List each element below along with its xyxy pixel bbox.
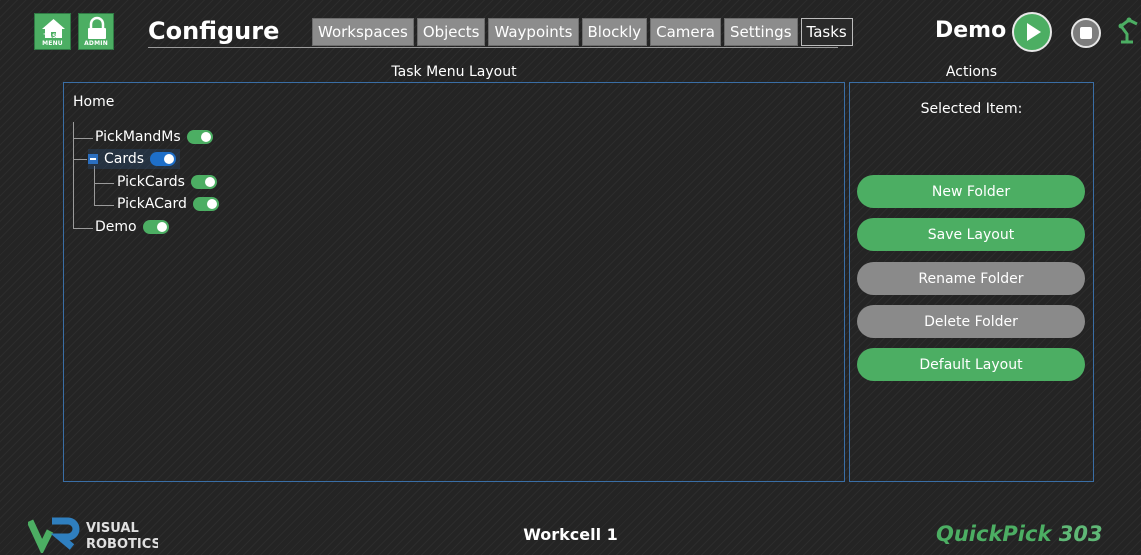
tree-item-label: Cards [104,151,145,167]
page-title: Configure [148,17,280,45]
new-folder-button[interactable]: New Folder [857,175,1085,208]
tree-connector [73,228,93,229]
play-button[interactable] [1012,12,1052,52]
admin-button[interactable]: ADMIN [78,13,114,50]
task-menu-button[interactable]: TASK MENU [34,13,71,50]
tab-camera[interactable]: Camera [650,18,721,46]
enable-toggle[interactable] [142,220,169,234]
play-icon [1027,23,1041,41]
tab-blockly[interactable]: Blockly [581,18,648,46]
tree-root-home[interactable]: Home [73,94,114,110]
tab-settings[interactable]: Settings [724,18,798,46]
tab-workspaces[interactable]: Workspaces [312,18,414,46]
tab-tasks[interactable]: Tasks [800,18,853,46]
rename-folder-button[interactable]: Rename Folder [857,262,1085,295]
product-name: QuickPick 303 [936,522,1103,546]
stop-button[interactable] [1071,18,1101,48]
current-task-name: Demo [935,18,1007,43]
tree-item-pickcards[interactable]: PickCards [117,174,217,190]
default-layout-button[interactable]: Default Layout [857,348,1085,381]
tab-bar: Workspaces Objects Waypoints Blockly Cam… [312,18,853,46]
tree-connector [94,166,95,205]
product-name-a: QuickPick [936,522,1052,546]
enable-toggle[interactable] [192,197,219,211]
tree-connector [94,205,114,206]
stop-icon [1080,27,1092,39]
product-name-b: 303 [1058,522,1103,546]
robot-arm-icon[interactable] [1117,16,1141,44]
tree-item-demo[interactable]: Demo [95,219,169,235]
title-underline [148,47,838,48]
enable-toggle[interactable] [190,175,217,189]
tree-item-label: PickACard [117,196,187,212]
collapse-icon[interactable] [88,154,98,164]
layout-panel-title: Task Menu Layout [391,64,517,80]
tree-item-label: PickMandMs [95,129,181,145]
tab-waypoints[interactable]: Waypoints [488,18,579,46]
tree-item-label: PickCards [117,174,185,190]
enable-toggle[interactable] [150,152,177,166]
tree-connector [73,138,93,139]
enable-toggle[interactable] [186,130,213,144]
admin-label: ADMIN [84,40,108,47]
tree-connector [94,183,114,184]
tree-item-cards[interactable]: Cards [88,151,177,167]
tree-item-label: Demo [95,219,137,235]
task-menu-label: TASK MENU [42,33,63,47]
tree-item-pickmandms[interactable]: PickMandMs [95,129,213,145]
delete-folder-button[interactable]: Delete Folder [857,305,1085,338]
tab-objects[interactable]: Objects [416,18,486,46]
tree-connector [73,159,87,160]
actions-panel-title: Actions [945,64,998,80]
save-layout-button[interactable]: Save Layout [857,218,1085,251]
tree-item-pickacard[interactable]: PickACard [117,196,219,212]
lock-icon [88,16,106,39]
selected-item-label: Selected Item: [920,101,1023,117]
